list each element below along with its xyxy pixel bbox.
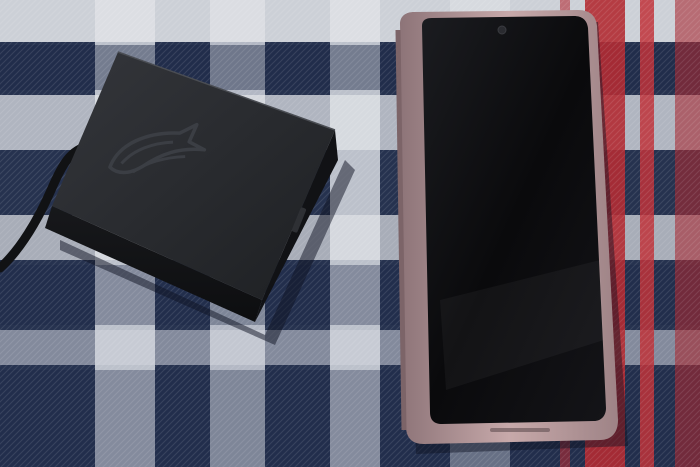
phone	[395, 10, 628, 454]
photo-canvas	[0, 0, 700, 467]
front-camera-icon	[497, 25, 507, 35]
photo-scene	[0, 0, 700, 467]
